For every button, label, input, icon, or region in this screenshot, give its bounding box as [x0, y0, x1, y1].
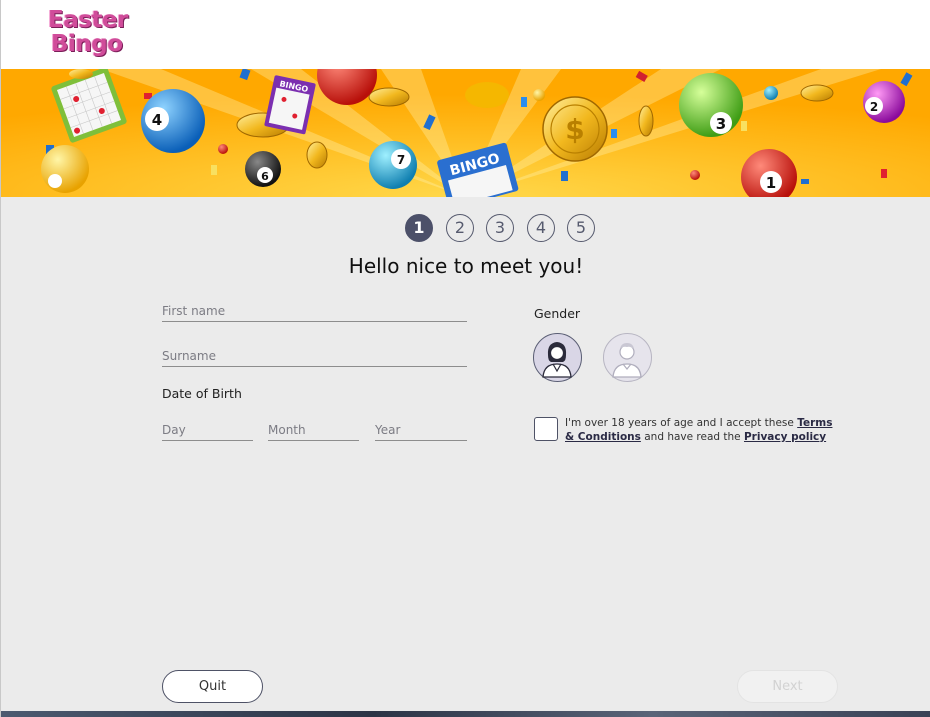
- terms-checkbox[interactable]: [534, 417, 558, 441]
- step-3: 3: [486, 214, 514, 242]
- quit-button[interactable]: Quit: [162, 670, 263, 703]
- bingo-ball: 4: [141, 89, 205, 153]
- bingo-ball: [41, 145, 89, 193]
- svg-text:3: 3: [716, 115, 726, 133]
- month-input[interactable]: [268, 420, 359, 440]
- day-field: [162, 419, 253, 441]
- terms-text-part-1: I'm over 18 years of age and I accept th…: [565, 417, 798, 429]
- dollar-sign: $: [565, 113, 584, 146]
- header: Easter Bingo: [1, 0, 930, 69]
- gender-female-button[interactable]: [533, 333, 582, 382]
- terms-text-part-2: and have read the: [640, 431, 744, 443]
- window-bottom-edge: [1, 711, 930, 717]
- privacy-policy-link[interactable]: Privacy policy: [744, 431, 826, 443]
- male-avatar-icon: [612, 343, 642, 378]
- first-name-input[interactable]: [162, 301, 467, 321]
- female-avatar-icon: [542, 342, 572, 378]
- small-ball: [533, 89, 545, 101]
- step-2: 2: [446, 214, 474, 242]
- bingo-ball: 2: [863, 81, 905, 123]
- day-input[interactable]: [162, 420, 253, 440]
- svg-text:4: 4: [152, 111, 162, 129]
- next-button[interactable]: Next: [737, 670, 838, 703]
- svg-text:6: 6: [261, 170, 269, 183]
- surname-input[interactable]: [162, 346, 467, 366]
- bingo-banner: $ BINGO BINGO 4 6 7 3 1 2: [1, 69, 930, 197]
- svg-text:7: 7: [397, 153, 405, 167]
- small-ball: [764, 86, 778, 100]
- surname-field: [162, 345, 467, 367]
- logo-line-1: Easter: [48, 7, 128, 33]
- month-field: [268, 419, 359, 441]
- page-title: Hello nice to meet you!: [348, 254, 584, 278]
- first-name-field: [162, 300, 467, 322]
- step-4: 4: [527, 214, 555, 242]
- step-5: 5: [567, 214, 595, 242]
- logo-line-2: Bingo: [51, 31, 123, 57]
- gender-label: Gender: [534, 306, 581, 321]
- big-dollar-coin: $: [542, 96, 608, 162]
- gender-male-button[interactable]: [603, 333, 652, 382]
- small-ball: [218, 144, 228, 154]
- svg-text:2: 2: [870, 100, 878, 114]
- svg-text:1: 1: [766, 174, 776, 192]
- bingo-ball: 7: [369, 141, 417, 189]
- small-ball: [690, 170, 700, 180]
- step-1: 1: [405, 214, 433, 242]
- terms-text: I'm over 18 years of age and I accept th…: [565, 416, 840, 444]
- bingo-ball: 3: [679, 73, 743, 137]
- date-of-birth-label: Date of Birth: [162, 386, 242, 401]
- year-field: [375, 419, 467, 441]
- easter-bingo-logo[interactable]: Easter Bingo: [48, 8, 138, 62]
- bingo-ball: 6: [245, 151, 281, 187]
- year-input[interactable]: [375, 420, 467, 440]
- registration-app: Easter Bingo $ BINGO BINGO 4 6 7 3 1 2 1…: [0, 0, 930, 717]
